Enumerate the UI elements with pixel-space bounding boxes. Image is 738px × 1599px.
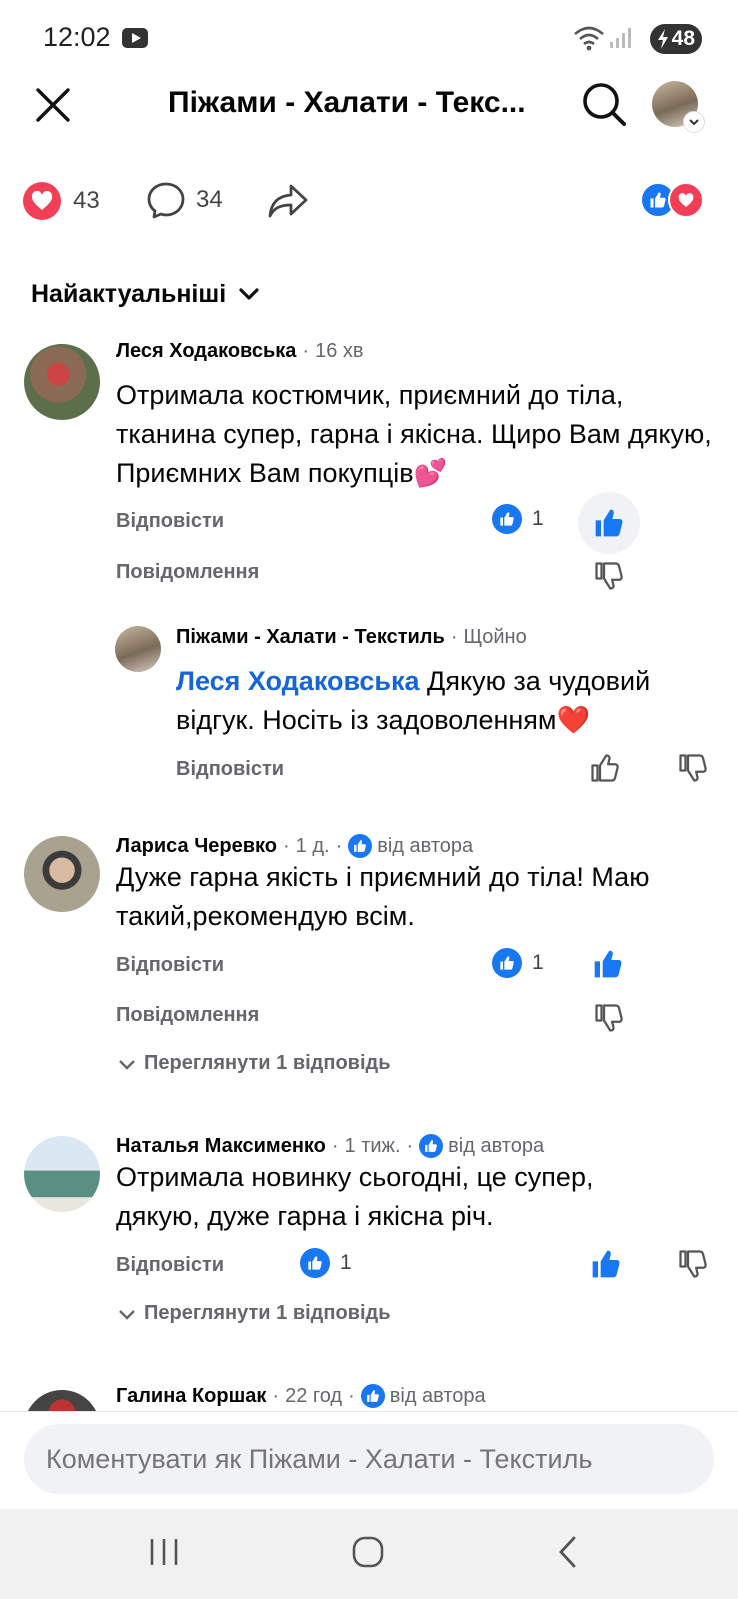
avatar[interactable] [24,1136,100,1212]
author-badge: від автора [448,1134,545,1157]
chevron-down-icon [239,288,259,300]
comment-text: Дуже гарна якість і приємний до тіла! Ма… [116,862,650,931]
home-icon [352,1536,384,1568]
sort-dropdown[interactable]: Найактуальніші [31,279,264,309]
dislike-button[interactable] [594,560,624,592]
recent-apps-icon [150,1539,178,1565]
avatar[interactable] [24,344,100,420]
thumbs-up-icon [595,509,623,537]
love-reaction-button[interactable]: 43 [23,182,100,220]
thumbs-down-icon [595,562,623,590]
page-title: Піжами - Халати - Текс... [168,86,526,119]
close-button[interactable] [30,82,76,128]
author-like-icon [360,1384,385,1408]
view-replies-button[interactable]: Переглянути 1 відповідь [116,1302,391,1325]
signal-icon [608,26,632,50]
recent-apps-button[interactable] [148,1537,180,1567]
comment-text: Отримала новинку сьогодні, це супер, дяк… [116,1162,594,1231]
comment-author[interactable]: Піжами - Халати - Текстиль [176,626,445,649]
thumbs-down-icon [595,1004,623,1032]
love-icon [23,182,61,220]
reply-button[interactable]: Відповісти [116,1254,224,1277]
share-icon [268,184,308,218]
close-icon [36,88,70,122]
message-button[interactable]: Повідомлення [116,1004,259,1027]
comment-author[interactable]: Леся Ходаковська [116,340,296,363]
wifi-icon [573,24,605,52]
comment-input[interactable] [24,1424,714,1494]
like-button[interactable] [578,492,640,554]
comment-time[interactable]: 16 хв [315,340,363,363]
chevron-down-icon [119,1059,135,1070]
like-badge-icon [492,948,522,978]
like-button[interactable] [590,752,620,784]
comment-text: Отримала костюмчик, приємний до тіла, тк… [116,380,712,488]
status-bar: 12:02 48 [0,0,738,78]
chevron-down-icon [119,1309,135,1320]
comment-item: Лариса Черевко · 1 д. · від автора Дуже … [0,834,738,1104]
thumbs-up-icon [592,1250,620,1278]
reply-button[interactable]: Відповісти [176,758,284,781]
author-badge: від автора [377,834,474,857]
share-button[interactable] [266,180,310,222]
comment-item: Наталья Максименко · 1 тиж. · від автора… [0,1134,738,1354]
chevron-down-icon [683,111,705,133]
comment-author[interactable]: Галина Коршак [116,1385,266,1408]
love-count: 43 [73,187,100,214]
status-time: 12:02 [43,22,111,52]
like-badge-icon [492,504,522,534]
author-badge: від автора [389,1384,486,1407]
system-navigation-bar [0,1509,738,1599]
sort-label: Найактуальніші [31,279,227,308]
comment-author[interactable]: Наталья Максименко [116,1135,326,1158]
dislike-button[interactable] [594,1002,624,1034]
reply-button[interactable]: Відповісти [116,510,224,533]
comment-count: 34 [196,186,223,213]
comment-icon [147,182,185,219]
thumbs-down-icon [679,754,707,782]
comment-time[interactable]: 1 тиж. [345,1135,401,1158]
thumbs-down-icon [679,1250,707,1278]
back-icon [559,1536,576,1568]
avatar[interactable] [24,836,100,912]
comments-button[interactable]: 34 [146,180,223,220]
avatar[interactable] [24,1390,100,1411]
thumbs-up-icon [594,950,622,978]
youtube-notification-icon [122,28,148,48]
comment-text: Леся Ходаковська Дякую за чудовий відгук… [176,666,651,735]
reply-button[interactable]: Відповісти [116,954,224,977]
view-replies-button[interactable]: Переглянути 1 відповідь [116,1052,391,1075]
comment-time[interactable]: 22 год [285,1385,342,1408]
comment-time[interactable]: Щойно [463,626,526,649]
avatar[interactable] [115,626,161,672]
comment-item: Галина Коршак · 22 год · від автора [0,1384,738,1411]
battery-indicator: 48 [650,24,702,54]
search-icon [583,83,626,126]
back-button[interactable] [556,1535,580,1569]
author-like-icon [419,1134,444,1158]
dislike-button[interactable] [678,752,708,784]
home-button[interactable] [351,1535,385,1569]
like-button[interactable] [590,1248,622,1280]
reply-item: Піжами - Халати - Текстиль · Щойно Леся … [0,624,738,804]
thumbs-up-icon [591,754,619,782]
author-like-icon [348,834,373,858]
search-button[interactable] [580,80,630,130]
comment-author[interactable]: Лариса Черевко [116,835,277,858]
like-button[interactable] [592,948,624,980]
message-button[interactable]: Повідомлення [116,561,259,584]
like-count[interactable]: 1 [492,504,544,534]
battery-level: 48 [671,27,695,50]
love-reaction-icon [668,182,704,218]
comment-time[interactable]: 1 д. [296,835,330,858]
mention-link[interactable]: Леся Ходаковська [176,666,420,696]
dislike-button[interactable] [678,1248,708,1280]
like-count[interactable]: 1 [300,1248,352,1278]
reaction-summary-icons[interactable] [640,182,704,218]
comment-item: Леся Ходаковська · 16 хв Отримала костюм… [0,340,738,600]
like-badge-icon [300,1248,330,1278]
like-count[interactable]: 1 [492,948,544,978]
